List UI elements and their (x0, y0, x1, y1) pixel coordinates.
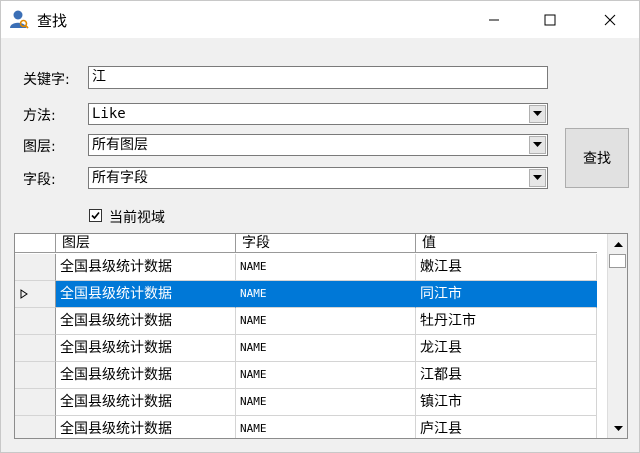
cell-layer[interactable]: 全国县级统计数据 (56, 335, 236, 362)
layer-dropdown-button[interactable] (529, 136, 546, 154)
scroll-down-button[interactable] (608, 420, 627, 437)
table-row[interactable]: 全国县级统计数据 NAME 嫩江县 (15, 254, 597, 281)
find-button[interactable]: 查找 (565, 128, 629, 188)
cell-layer[interactable]: 全国县级统计数据 (56, 362, 236, 389)
close-button[interactable] (587, 1, 633, 38)
method-dropdown-button[interactable] (529, 105, 546, 123)
table-row[interactable]: 全国县级统计数据 NAME 同江市 (15, 281, 597, 308)
field-select-value: 所有字段 (92, 170, 148, 186)
cell-layer[interactable]: 全国县级统计数据 (56, 416, 236, 438)
cell-value[interactable]: 龙江县 (416, 335, 597, 362)
method-select[interactable]: Like (88, 103, 548, 125)
current-view-label[interactable]: 当前视域 (109, 207, 165, 227)
table-row[interactable]: 全国县级统计数据 NAME 牡丹江市 (15, 308, 597, 335)
row-header[interactable] (15, 362, 56, 389)
row-header[interactable] (15, 389, 56, 416)
chevron-down-icon (533, 175, 542, 180)
cell-value[interactable]: 牡丹江市 (416, 308, 597, 335)
chevron-down-icon (533, 142, 542, 147)
maximize-icon (544, 14, 556, 25)
cell-field[interactable]: NAME (236, 416, 416, 438)
table-row[interactable]: 全国县级统计数据 NAME 江都县 (15, 362, 597, 389)
current-row-icon (20, 289, 28, 299)
row-header[interactable] (15, 308, 56, 335)
title-bar: 查找 (1, 1, 639, 38)
close-icon (604, 14, 616, 25)
chevron-down-icon (533, 111, 542, 116)
cell-field[interactable]: NAME (236, 254, 416, 281)
field-label: 字段: (23, 172, 56, 188)
column-header-field[interactable]: 字段 (236, 234, 416, 253)
cell-value[interactable]: 嫩江县 (416, 254, 597, 281)
window-title: 查找 (37, 12, 68, 30)
scroll-up-button[interactable] (608, 235, 627, 252)
table-row[interactable]: 全国县级统计数据 NAME 龙江县 (15, 335, 597, 362)
cell-field[interactable]: NAME (236, 389, 416, 416)
arrow-down-icon (613, 425, 623, 431)
keyword-label: 关键字: (23, 72, 70, 88)
checkmark-icon (91, 211, 100, 220)
cell-value[interactable]: 镇江市 (416, 389, 597, 416)
grid-header: 图层 字段 值 (15, 234, 597, 253)
row-header[interactable] (15, 335, 56, 362)
layer-select-value: 所有图层 (92, 137, 148, 153)
column-header-layer[interactable]: 图层 (56, 234, 236, 253)
grid-corner (15, 234, 56, 253)
layer-label: 图层: (23, 139, 56, 155)
row-header[interactable] (15, 416, 56, 438)
scroll-thumb[interactable] (609, 254, 626, 268)
row-header[interactable] (15, 254, 56, 281)
cell-field[interactable]: NAME (236, 362, 416, 389)
results-grid: 图层 字段 值 全国县级统计数据 NAME 嫩江县 全国县级统计数据 NAME 同江市 全国… (14, 233, 628, 439)
cell-field[interactable]: NAME (236, 281, 416, 308)
cell-value[interactable]: 江都县 (416, 362, 597, 389)
field-select[interactable]: 所有字段 (88, 167, 548, 189)
method-label: 方法: (23, 108, 56, 124)
find-dialog: 查找 关键字: 江 方法: Like 图层: 所有图层 字段: 所有字段 查找 … (0, 0, 640, 453)
cell-layer[interactable]: 全国县级统计数据 (56, 389, 236, 416)
cell-layer[interactable]: 全国县级统计数据 (56, 308, 236, 335)
method-select-value: Like (92, 106, 126, 122)
vertical-scrollbar[interactable] (607, 234, 627, 438)
table-row[interactable]: 全国县级统计数据 NAME 镇江市 (15, 389, 597, 416)
table-row[interactable]: 全国县级统计数据 NAME 庐江县 (15, 416, 597, 438)
arrow-up-icon (613, 241, 623, 247)
field-dropdown-button[interactable] (529, 169, 546, 187)
current-view-checkbox[interactable] (89, 209, 102, 222)
cell-value[interactable]: 庐江县 (416, 416, 597, 438)
minimize-icon (489, 19, 499, 20)
cell-layer[interactable]: 全国县级统计数据 (56, 254, 236, 281)
maximize-button[interactable] (527, 1, 573, 38)
layer-select[interactable]: 所有图层 (88, 134, 548, 156)
column-header-value[interactable]: 值 (416, 234, 597, 253)
cell-field[interactable]: NAME (236, 308, 416, 335)
cell-layer[interactable]: 全国县级统计数据 (56, 281, 236, 308)
cell-value[interactable]: 同江市 (416, 281, 597, 308)
row-header[interactable] (15, 281, 56, 308)
user-search-icon (10, 10, 29, 29)
cell-field[interactable]: NAME (236, 335, 416, 362)
minimize-button[interactable] (471, 1, 517, 38)
keyword-input[interactable]: 江 (88, 66, 548, 89)
